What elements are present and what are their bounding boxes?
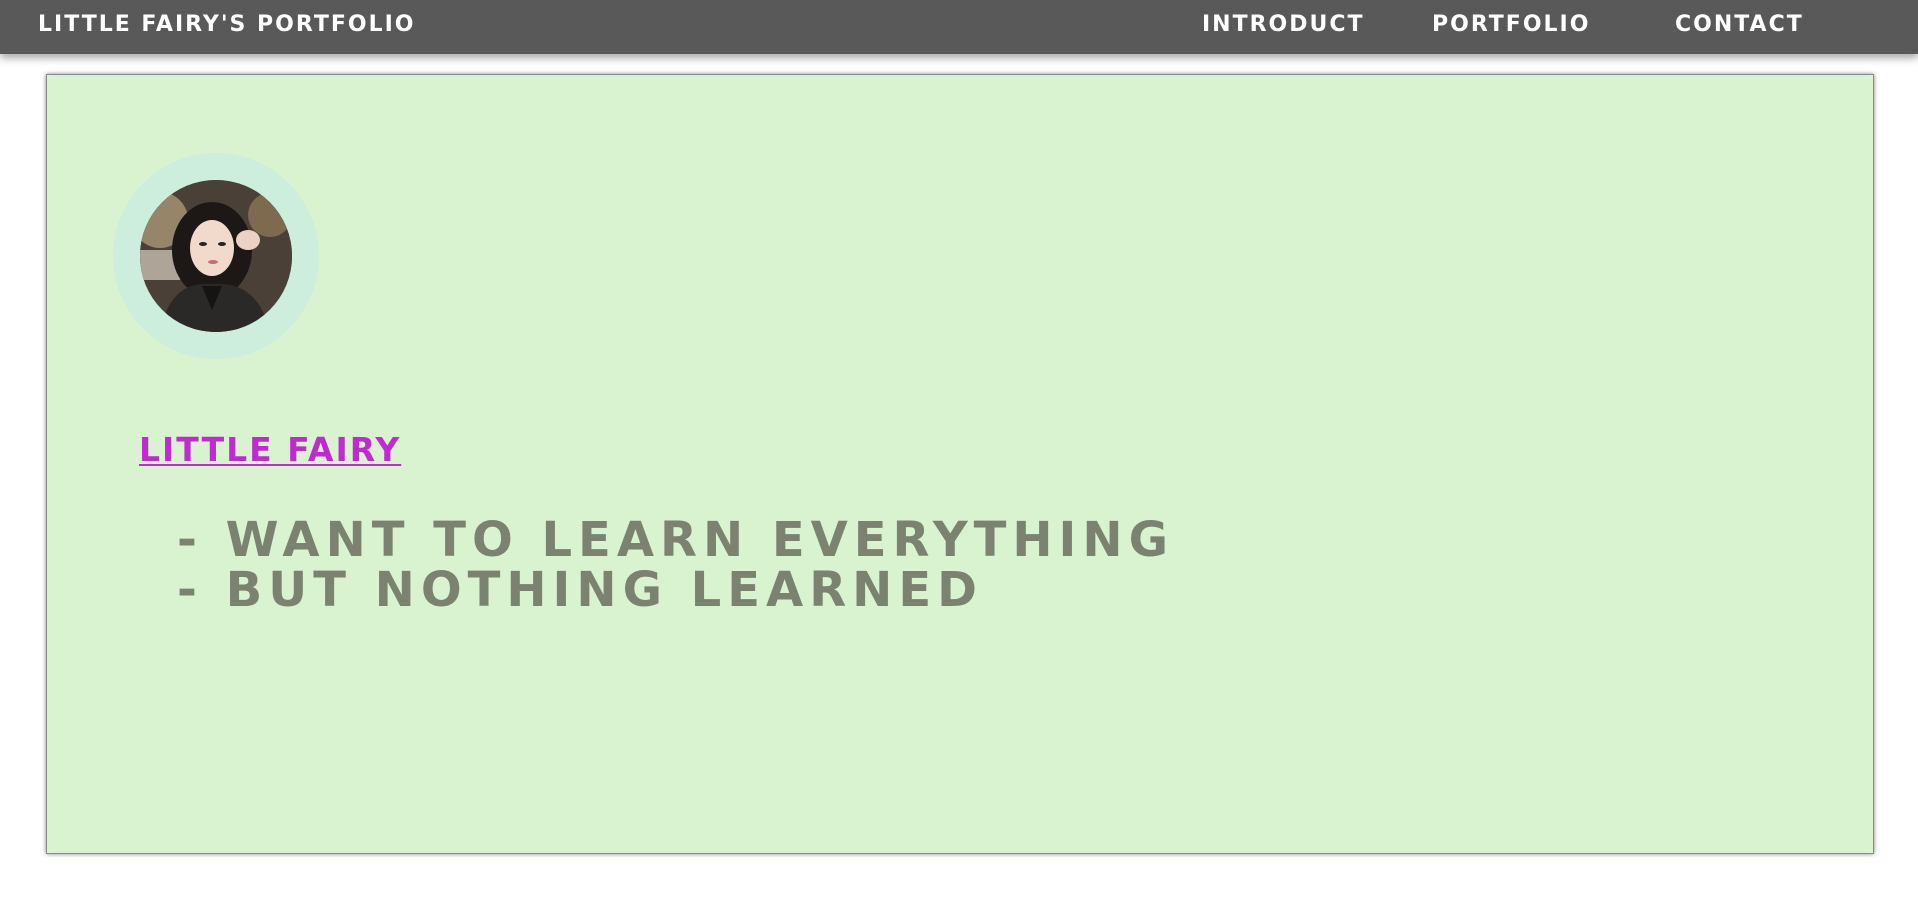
nav-link-portfolio[interactable]: PORTFOLIO [1432, 12, 1590, 37]
brand-title-link[interactable]: LITTLE FAIRY'S PORTFOLIO [38, 12, 415, 37]
tagline: - WANT TO LEARN EVERYTHING - BUT NOTHING… [177, 515, 1174, 615]
top-navbar: LITTLE FAIRY'S PORTFOLIO INTRODUCT PORTF… [0, 0, 1918, 54]
avatar [140, 180, 292, 332]
tagline-line-2: - BUT NOTHING LEARNED [177, 562, 983, 618]
avatar-portrait-image [140, 180, 292, 332]
intro-card: LITTLE FAIRY - WANT TO LEARN EVERYTHING … [46, 74, 1874, 854]
profile-name-link[interactable]: LITTLE FAIRY [139, 430, 401, 469]
tagline-line-1: - WANT TO LEARN EVERYTHING [177, 512, 1174, 568]
avatar-ring [113, 153, 319, 359]
nav-link-contact[interactable]: CONTACT [1675, 12, 1804, 37]
nav-link-introduct[interactable]: INTRODUCT [1202, 12, 1365, 37]
